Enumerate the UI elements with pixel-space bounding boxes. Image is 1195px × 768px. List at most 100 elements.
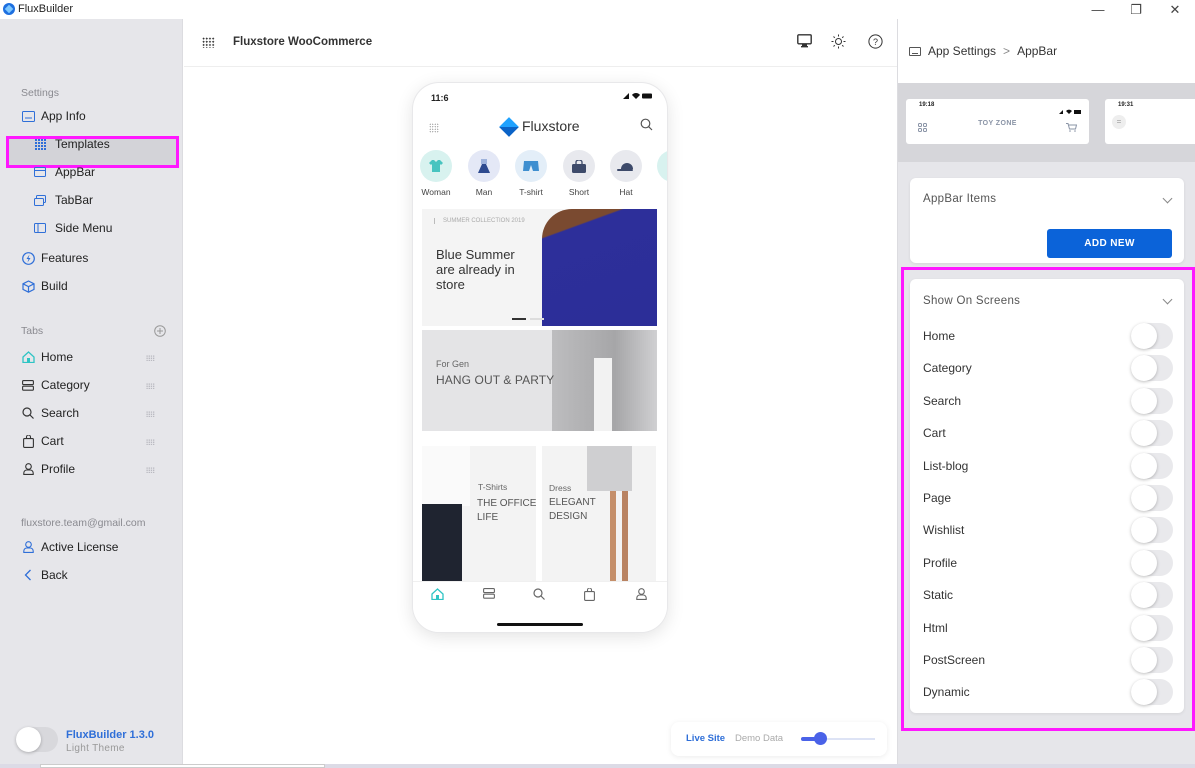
appbar-preview-card[interactable]: 19:31 = — [1105, 99, 1195, 144]
category-item[interactable]: T-shirt — [511, 150, 551, 197]
sidebar-item-build[interactable]: Build — [21, 275, 68, 297]
sidebar-item-app-info[interactable]: App Info — [21, 105, 86, 127]
tab-item-search[interactable]: Search — [21, 402, 79, 424]
tab-item-cart[interactable]: Cart — [21, 430, 64, 452]
app-info-icon — [21, 109, 35, 123]
apps-grid-icon[interactable] — [202, 37, 215, 48]
tile-image — [422, 504, 462, 581]
brightness-icon[interactable] — [829, 34, 847, 52]
home-indicator — [497, 623, 583, 626]
cart-icon — [1066, 119, 1078, 137]
tile-tshirts[interactable]: T-Shirts THE OFFICE LIFE — [422, 446, 536, 581]
preview-time: 19:31 — [1118, 102, 1134, 108]
tab-item-label: Cart — [41, 434, 64, 448]
screen-toggle[interactable] — [1131, 582, 1173, 609]
back-link[interactable]: Back — [21, 564, 68, 586]
sidebar-item-side-menu[interactable]: Side Menu — [33, 217, 112, 239]
toggle-knob — [1131, 549, 1157, 576]
screen-toggle[interactable] — [1131, 323, 1173, 349]
search-icon[interactable] — [640, 118, 653, 134]
main-header: Fluxstore WooCommerce ? — [184, 19, 897, 67]
screen-label: Profile — [923, 555, 958, 570]
drag-handle-icon[interactable] — [146, 439, 155, 445]
banner-party[interactable]: For Gen HANG OUT & PARTY — [422, 330, 657, 431]
menu-icon[interactable] — [429, 123, 439, 133]
chevron-down-icon[interactable] — [1162, 193, 1173, 204]
screen-toggle-row: Static — [923, 582, 1173, 609]
screen-label: PostScreen — [923, 653, 986, 667]
category-item[interactable]: S — [653, 150, 667, 197]
sidebar-item-label: AppBar — [55, 165, 96, 179]
tab-item-label: Category — [41, 378, 90, 392]
screen-toggle[interactable] — [1131, 517, 1173, 544]
screen-toggle[interactable] — [1131, 647, 1173, 673]
screen-toggle[interactable] — [1131, 420, 1173, 447]
tile-dress[interactable]: Dress ELEGANT DESIGN — [542, 446, 656, 581]
close-button[interactable]: ✕ — [1160, 0, 1190, 19]
screen-toggle[interactable] — [1131, 452, 1173, 479]
appbar-preview-strip: 19:18 TOY ZONE 19:31 = — [898, 83, 1195, 162]
preview-title: TOY ZONE — [978, 120, 1017, 127]
bag-icon[interactable] — [581, 587, 597, 604]
drag-handle-icon[interactable] — [146, 355, 155, 361]
banner-heading: HANG OUT & PARTY — [436, 373, 555, 387]
search-icon[interactable] — [531, 588, 547, 603]
add-new-button[interactable]: ADD NEW — [1047, 229, 1172, 258]
screen-toggle[interactable] — [1131, 549, 1173, 576]
zoom-slider[interactable] — [801, 732, 875, 745]
restore-button[interactable]: ❐ — [1121, 0, 1151, 19]
screen-toggle[interactable] — [1131, 355, 1173, 382]
category-icon[interactable] — [481, 588, 497, 602]
tab-item-home[interactable]: Home — [21, 346, 73, 368]
appbar-items-card: AppBar Items ADD NEW — [910, 178, 1184, 263]
category-item[interactable]: Man — [464, 150, 504, 197]
category-item[interactable]: Short — [559, 150, 599, 197]
demo-data-toggle[interactable]: Demo Data — [735, 733, 783, 744]
category-icon — [21, 378, 35, 392]
screen-toggle-row: Home — [923, 323, 1173, 349]
breadcrumb-item[interactable]: App Settings — [928, 44, 996, 58]
add-tab-button[interactable] — [154, 324, 166, 342]
home-icon[interactable] — [429, 588, 445, 603]
tab-item-label: Home — [41, 350, 74, 364]
screen-label: Html — [923, 620, 948, 635]
drag-handle-icon[interactable] — [146, 467, 155, 473]
plus-circle-icon — [154, 325, 166, 337]
chevron-down-icon[interactable] — [1162, 294, 1173, 305]
desktop-icon[interactable] — [795, 34, 813, 52]
slider-thumb[interactable] — [813, 732, 827, 745]
appbar-preview-card[interactable]: 19:18 TOY ZONE — [906, 99, 1089, 144]
phone-preview[interactable]: 11:6 Fluxstore Woman Man T-shirt Short H… — [413, 83, 667, 632]
category-item[interactable]: Hat — [606, 150, 646, 197]
banner-summer[interactable]: SUMMER COLLECTION 2019 Blue Summer are a… — [422, 209, 657, 326]
sidebar-item-features[interactable]: Features — [21, 247, 88, 269]
active-license-link[interactable]: Active License — [21, 536, 118, 558]
sidebar-item-label: Side Menu — [55, 221, 113, 235]
screen-toggle[interactable] — [1131, 679, 1173, 706]
screen-toggle-row: Category — [923, 355, 1173, 382]
banner-image — [542, 209, 657, 326]
menu-icon: = — [1112, 115, 1126, 129]
screen-toggle[interactable] — [1131, 485, 1173, 511]
tab-item-profile[interactable]: Profile — [21, 458, 75, 480]
screen-toggle[interactable] — [1131, 614, 1173, 641]
category-label: Hat — [619, 187, 633, 197]
appbar-icon — [33, 165, 47, 179]
screen-toggle[interactable] — [1131, 387, 1173, 414]
minimize-button[interactable]: — — [1083, 0, 1113, 19]
side-menu-icon — [33, 221, 47, 235]
help-icon[interactable]: ? — [866, 34, 884, 52]
sidebar-item-tabbar[interactable]: TabBar — [33, 189, 93, 211]
category-item[interactable]: Woman — [416, 150, 456, 197]
drag-handle-icon[interactable] — [146, 383, 155, 389]
carousel-dots — [512, 307, 548, 325]
tab-item-category[interactable]: Category — [21, 374, 90, 396]
screen-label: List-blog — [923, 458, 969, 473]
drag-handle-icon[interactable] — [146, 411, 155, 417]
sidebar-item-appbar[interactable]: AppBar — [33, 161, 95, 183]
user-icon[interactable] — [633, 588, 649, 603]
live-site-toggle[interactable]: Live Site — [686, 733, 725, 744]
screen-toggle-row: Search — [923, 387, 1173, 414]
theme-toggle[interactable] — [16, 727, 58, 752]
sidebar-item-templates[interactable]: Templates — [33, 133, 110, 155]
